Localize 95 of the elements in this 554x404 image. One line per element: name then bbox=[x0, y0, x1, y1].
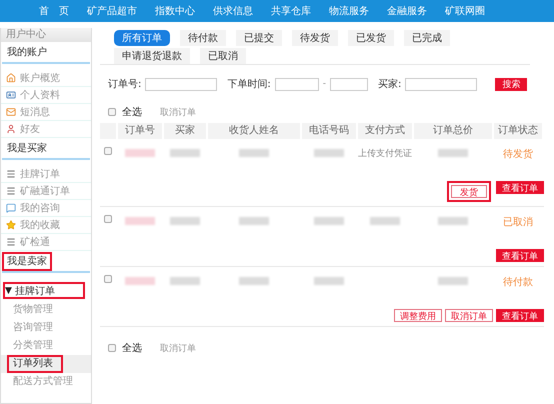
redacted-cell bbox=[314, 217, 344, 225]
tab[interactable]: 申请退货退款 bbox=[114, 48, 190, 64]
redacted-cell bbox=[239, 277, 269, 285]
order-status: 待付款 bbox=[503, 276, 533, 289]
table-cell-text: 上传支付凭证 bbox=[358, 148, 412, 160]
tab[interactable]: 已提交 bbox=[236, 30, 282, 46]
field-label: 买家: bbox=[378, 78, 402, 91]
input-field[interactable] bbox=[145, 78, 218, 90]
checkbox[interactable] bbox=[104, 215, 112, 223]
star-icon bbox=[6, 220, 16, 230]
input-field[interactable] bbox=[405, 78, 478, 90]
section-title: 我是买家 bbox=[6, 142, 48, 156]
tab[interactable]: 已取消 bbox=[200, 48, 246, 64]
search-button[interactable]: 搜索 bbox=[495, 78, 528, 90]
order-action-button[interactable]: 调整费用 bbox=[394, 309, 442, 322]
nav-link[interactable]: 矿产品超市 bbox=[78, 4, 146, 18]
tab[interactable]: 所有订单 bbox=[114, 30, 170, 46]
nav-link[interactable]: 矿联网圈 bbox=[436, 4, 494, 18]
header-cell: 收货人姓名 bbox=[208, 123, 300, 139]
person-icon bbox=[6, 124, 16, 134]
sidebar-item[interactable]: 矿融通订单 bbox=[1, 183, 91, 200]
redacted-cell bbox=[125, 149, 155, 157]
nav-link[interactable]: 首 页 bbox=[30, 4, 78, 18]
sidebar-subitem[interactable]: 配送方式管理 bbox=[1, 373, 91, 391]
nav-link[interactable]: 指数中心 bbox=[146, 4, 204, 18]
sidebar-item[interactable]: 我的收藏 bbox=[1, 217, 91, 234]
redacted-cell bbox=[438, 277, 468, 285]
tab[interactable]: 已完成 bbox=[404, 30, 450, 46]
section-title: 我是卖家 bbox=[2, 252, 52, 271]
header-cell: 订单总价 bbox=[414, 123, 492, 139]
sidebar-item[interactable]: 短消息 bbox=[1, 104, 91, 121]
redacted-cell bbox=[239, 217, 269, 225]
cancel-order-link[interactable]: 取消订单 bbox=[160, 342, 196, 354]
header-cell: 订单状态 bbox=[494, 123, 542, 139]
sidebar-item[interactable]: 好友 bbox=[1, 121, 91, 138]
select-all-label: 全选 bbox=[122, 342, 142, 355]
menu-icon bbox=[6, 237, 16, 247]
order-action-button[interactable]: 查看订单 bbox=[496, 309, 544, 322]
redacted-cell bbox=[314, 149, 344, 157]
sidebar-item[interactable]: 账户概览 bbox=[1, 70, 91, 87]
date-from-field[interactable] bbox=[274, 78, 319, 90]
envelope-icon bbox=[6, 107, 16, 117]
order-action-button[interactable]: 查看订单 bbox=[496, 249, 544, 262]
header-cell: 支付方式 bbox=[358, 123, 412, 139]
sidebar-header: 用户中心 bbox=[1, 28, 91, 42]
house-icon bbox=[6, 73, 16, 83]
nav-link[interactable]: 物流服务 bbox=[320, 4, 378, 18]
field-label: 订单号: bbox=[108, 78, 142, 91]
redacted-cell bbox=[438, 149, 468, 157]
sidebar-subitem[interactable]: 咨询管理 bbox=[1, 319, 91, 337]
sidebar-subitem[interactable]: 分类管理 bbox=[1, 337, 91, 355]
sidebar-group[interactable]: ▼ 挂牌订单 bbox=[3, 282, 85, 299]
order-action-button[interactable]: 发货 bbox=[451, 185, 487, 198]
tab[interactable]: 待发货 bbox=[292, 30, 338, 46]
checkbox[interactable] bbox=[104, 275, 112, 283]
sidebar-item[interactable]: 我的咨询 bbox=[1, 200, 91, 217]
redacted-cell bbox=[125, 217, 155, 225]
redacted-cell bbox=[125, 277, 155, 285]
sidebar-item[interactable]: 挂牌订单 bbox=[1, 166, 91, 183]
nav-link[interactable]: 金融服务 bbox=[378, 4, 436, 18]
redacted-cell bbox=[239, 149, 269, 157]
order-action-button[interactable]: 查看订单 bbox=[496, 181, 544, 194]
section-title: 我的账户 bbox=[6, 46, 48, 60]
redacted-cell bbox=[314, 277, 344, 285]
checkbox[interactable] bbox=[104, 147, 112, 155]
redacted-cell bbox=[370, 217, 400, 225]
redacted-cell bbox=[170, 149, 200, 157]
sidebar-item[interactable]: 个人资料 bbox=[1, 87, 91, 104]
chat-icon bbox=[6, 203, 16, 213]
select-all-label: 全选 bbox=[122, 106, 142, 119]
tab[interactable]: 已发货 bbox=[348, 30, 394, 46]
menu-icon bbox=[6, 169, 16, 179]
order-status: 已取消 bbox=[503, 216, 533, 229]
cancel-order-link[interactable]: 取消订单 bbox=[160, 106, 196, 118]
nav-link[interactable]: 供求信息 bbox=[204, 4, 262, 18]
range-dash: - bbox=[322, 79, 326, 89]
id-card-icon bbox=[6, 90, 16, 100]
tab[interactable]: 待付款 bbox=[180, 30, 226, 46]
order-action-button[interactable]: 取消订单 bbox=[445, 309, 493, 322]
redacted-cell bbox=[170, 217, 200, 225]
header-cell: 电话号码 bbox=[302, 123, 356, 139]
sidebar-item[interactable]: 矿检通 bbox=[1, 234, 91, 251]
checkbox[interactable] bbox=[108, 108, 116, 116]
date-to-field[interactable] bbox=[330, 78, 368, 90]
redacted-cell bbox=[170, 277, 200, 285]
sidebar-subitem[interactable]: 订单列表 bbox=[1, 355, 91, 373]
header-cell: 买家 bbox=[164, 123, 206, 139]
menu-icon bbox=[6, 186, 16, 196]
order-status: 待发货 bbox=[503, 148, 533, 161]
header-cell: 订单号 bbox=[118, 123, 162, 139]
nav-link[interactable]: 共享仓库 bbox=[262, 4, 320, 18]
field-label: 下单时间: bbox=[227, 78, 271, 91]
sidebar-subitem[interactable]: 货物管理 bbox=[1, 301, 91, 319]
checkbox[interactable] bbox=[108, 344, 116, 352]
redacted-cell bbox=[438, 217, 468, 225]
